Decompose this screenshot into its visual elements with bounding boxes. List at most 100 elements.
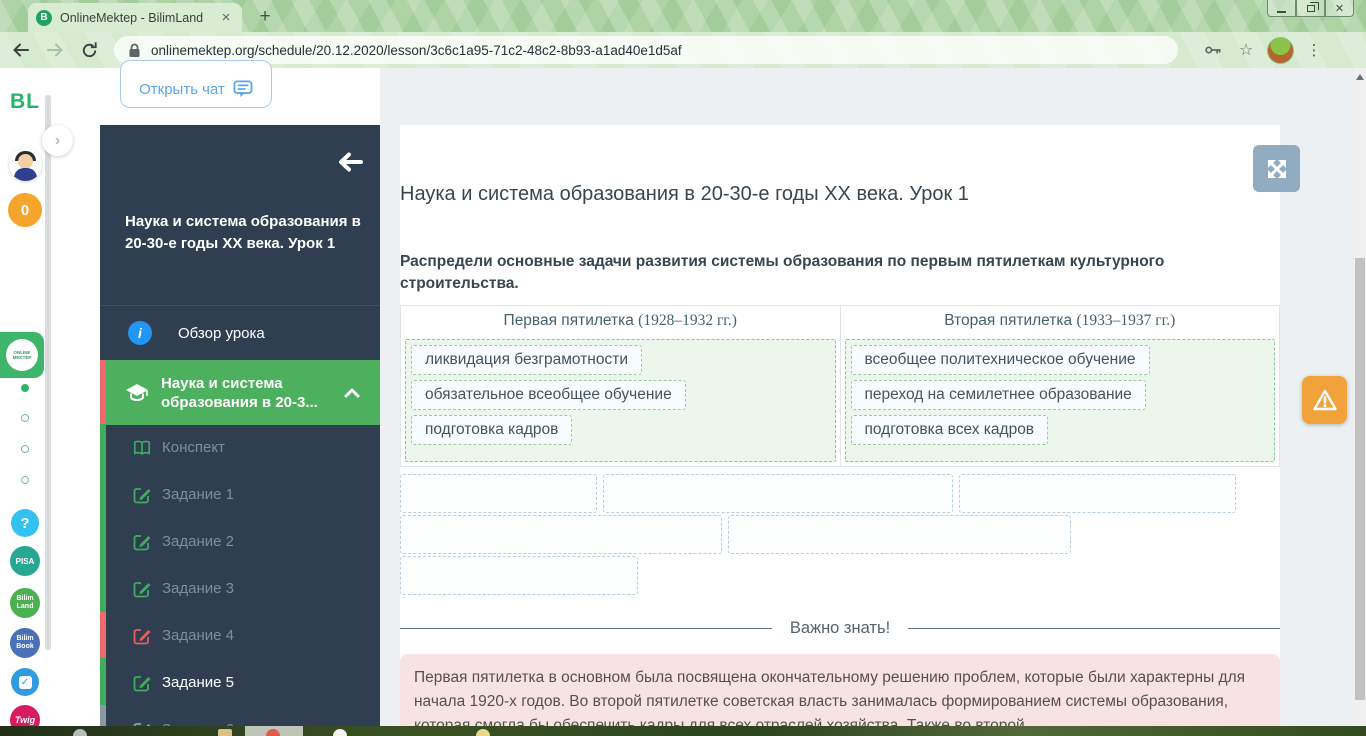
forward-icon (47, 43, 63, 57)
answer-chip[interactable]: подготовка кадров (411, 415, 573, 445)
sidebar-item-task3[interactable]: Задание 3 (100, 565, 380, 612)
url-bar[interactable]: onlinemektep.org/schedule/20.12.2020/les… (114, 36, 1178, 64)
bilimland-app-icon[interactable]: Bilim Land (10, 588, 40, 618)
sidebar-section-active[interactable]: Наука и система образования в 20-3... (106, 360, 380, 425)
avatar-body (14, 168, 37, 181)
refresh-icon (82, 41, 97, 57)
avatar-face (18, 154, 33, 169)
pisa-app-icon[interactable]: PISA (10, 546, 40, 576)
toolbar-right: ☆ ⋮ (1192, 36, 1326, 64)
overview-label: Обзор урока (178, 324, 265, 342)
url-text: onlinemektep.org/schedule/20.12.2020/les… (151, 42, 682, 58)
empty-slot[interactable] (400, 474, 597, 513)
answer-chip[interactable]: всеобщее политехническое обучение (850, 345, 1150, 375)
divider-line (400, 628, 772, 629)
back-icon (13, 43, 29, 57)
fullscreen-button[interactable] (1253, 145, 1300, 192)
sidebar-item-overview[interactable]: i Обзор урока (100, 305, 380, 360)
empty-slot[interactable] (400, 515, 722, 554)
back-to-lessons-button[interactable] (336, 150, 364, 174)
pager-dot[interactable] (21, 476, 29, 484)
match-table: Первая пятилетка (1928–1932 гг.) ликвида… (400, 305, 1280, 467)
help-button[interactable]: ? (11, 509, 39, 537)
page-scrollbar[interactable] (1354, 68, 1366, 726)
bilimbook-app-icon[interactable]: Bilim Book (10, 628, 40, 658)
answer-chip[interactable]: обязательное всеобщее обучение (411, 380, 686, 410)
forward-button[interactable] (42, 37, 68, 63)
test-app-icon[interactable]: ✓ (11, 668, 39, 696)
maximize-icon (1306, 1, 1319, 12)
tab-close-icon[interactable]: × (218, 10, 234, 25)
close-icon: ✕ (1334, 2, 1345, 15)
drop-zone-first-plan[interactable]: ликвидация безграмотности обязательное в… (405, 339, 836, 462)
taskbar-app-icon[interactable] (476, 729, 490, 736)
sidebar-item-label: Задание 1 (162, 486, 235, 503)
browser-tab-strip: B OnlineMektep - BilimLand × + ✕ (0, 0, 1366, 32)
sidebar-item-label: Задание 4 (162, 627, 235, 644)
column-second-plan: Вторая пятилетка (1933–1937 гг.) всеобще… (839, 306, 1280, 466)
empty-slot[interactable] (400, 556, 638, 595)
sidebar-item-task6[interactable]: Задание 6 (100, 706, 380, 726)
notification-badge[interactable]: 0 (8, 193, 42, 227)
user-avatar[interactable] (9, 148, 42, 181)
sidebar-item-task2[interactable]: Задание 2 (100, 518, 380, 565)
sidebar-item-task5[interactable]: Задание 5 (100, 659, 380, 706)
sidebar-item-label: Конспект (162, 439, 225, 456)
lock-icon (129, 43, 140, 57)
pager-dot[interactable] (21, 414, 29, 422)
site-favicon: B (36, 9, 52, 26)
windows-taskbar[interactable] (0, 726, 1366, 736)
minimize-button[interactable] (1267, 0, 1296, 17)
taskbar-app-icon[interactable] (333, 729, 347, 736)
answer-chip[interactable]: ликвидация безграмотности (411, 345, 642, 375)
info-icon: i (128, 321, 152, 345)
scroll-up-arrow[interactable] (1356, 74, 1364, 80)
back-button[interactable] (8, 37, 34, 63)
scrollbar-thumb[interactable] (1355, 258, 1365, 700)
new-tab-button[interactable]: + (252, 5, 278, 29)
answer-chip[interactable]: переход на семилетнее образование (850, 380, 1146, 410)
chrome-menu-icon[interactable]: ⋮ (1302, 38, 1326, 62)
report-problem-button[interactable] (1302, 376, 1347, 424)
bookmark-star-icon[interactable]: ☆ (1234, 38, 1258, 62)
section-label: Наука и система образования в 20-3... (161, 374, 318, 411)
pencil-icon (133, 534, 151, 550)
sidebar-collapse-chevron[interactable]: › (42, 125, 73, 156)
profile-avatar[interactable] (1267, 36, 1294, 64)
sidebar-item-label: Задание 5 (162, 674, 235, 691)
chevron-up-icon (344, 388, 360, 397)
lesson-sidebar: Наука и система образования в 20-30-е го… (100, 125, 380, 726)
pager-dot-active[interactable] (21, 384, 29, 392)
sidebar-item-label: Задание 3 (162, 580, 235, 597)
sidebar-item-label: Задание 2 (162, 533, 235, 550)
important-heading: Важно знать! (789, 619, 891, 637)
taskbar-app-icon[interactable] (266, 729, 280, 736)
rail-scrollbar[interactable] (45, 95, 51, 650)
onlinemektep-app-tile[interactable]: ONLINE MEKTEP (0, 332, 44, 378)
answer-chip[interactable]: подготовка всех кадров (850, 415, 1049, 445)
tab-title: OnlineMektep - BilimLand (60, 10, 204, 25)
browser-tab[interactable]: B OnlineMektep - BilimLand × (28, 3, 242, 32)
sidebar-item-task4[interactable]: Задание 4 (100, 612, 380, 659)
pencil-icon (133, 675, 151, 691)
open-chat-button[interactable]: Открыть чат (120, 60, 272, 108)
sidebar-item-task1[interactable]: Задание 1 (100, 471, 380, 518)
password-key-icon[interactable] (1201, 38, 1225, 62)
empty-slot[interactable] (728, 515, 1071, 554)
taskbar-app-icon[interactable] (218, 729, 232, 736)
lesson-title: Наука и система образования в 20-30-е го… (125, 213, 361, 252)
expand-arrows-icon (1267, 159, 1286, 178)
empty-slot[interactable] (603, 474, 953, 513)
column-header: Вторая пятилетка (1933–1937 гг.) (841, 306, 1280, 335)
pager-dot[interactable] (21, 445, 29, 453)
maximize-button[interactable] (1296, 0, 1325, 17)
empty-slot[interactable] (959, 474, 1236, 513)
column-first-plan: Первая пятилетка (1928–1932 гг.) ликвида… (401, 306, 840, 466)
drop-zone-second-plan[interactable]: всеобщее политехническое обучение перехо… (844, 339, 1275, 462)
pencil-icon (133, 487, 151, 503)
refresh-button[interactable] (76, 37, 102, 63)
task-instruction: Распредели основные задачи развития сист… (400, 253, 1165, 292)
taskbar-app-icon[interactable] (73, 729, 87, 736)
close-button[interactable]: ✕ (1325, 0, 1354, 17)
sidebar-item-konspekt[interactable]: Конспект (100, 424, 380, 471)
